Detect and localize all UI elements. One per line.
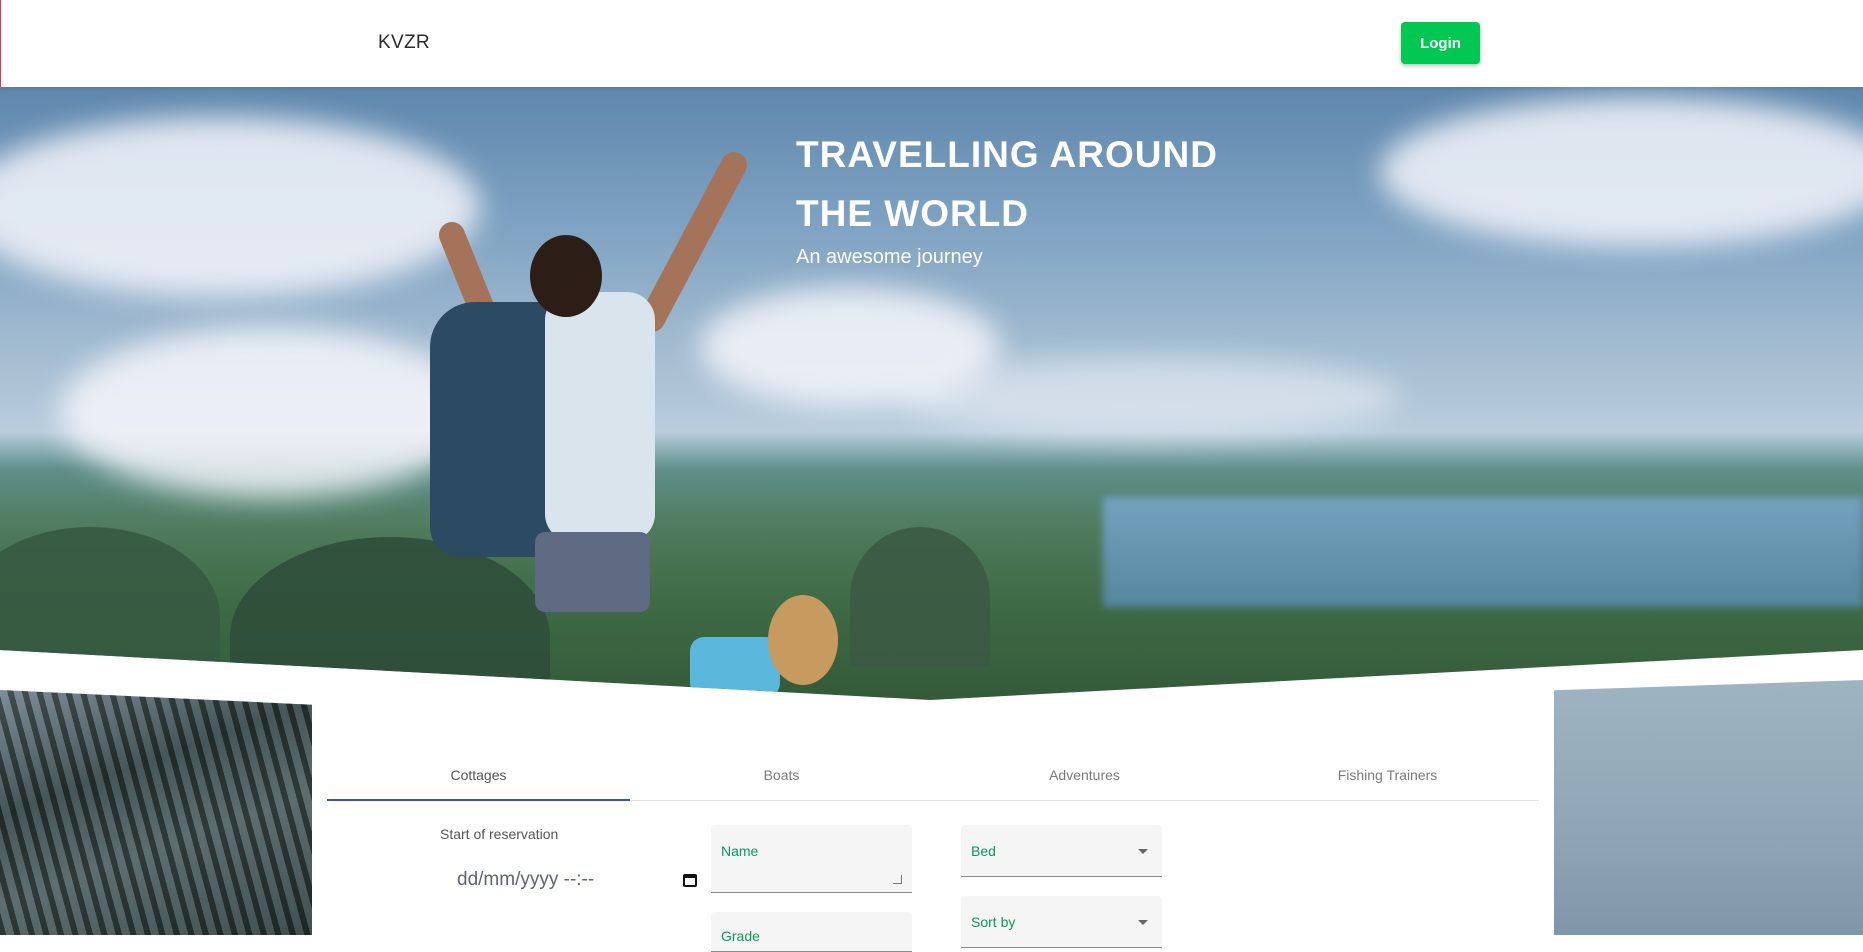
chevron-down-icon xyxy=(1138,849,1148,854)
grade-field[interactable]: Grade xyxy=(711,912,912,952)
hero-image-mountain xyxy=(230,537,550,700)
sort-by-label: Sort by xyxy=(971,914,1016,930)
side-image-sky xyxy=(1554,680,1863,935)
hero-image-mountain xyxy=(0,527,220,700)
chevron-down-icon xyxy=(1138,920,1148,925)
resize-handle-icon[interactable] xyxy=(893,875,902,884)
bed-select-label: Bed xyxy=(971,843,996,859)
date-input-placeholder: dd/mm/yyyy --:-- xyxy=(457,869,595,890)
category-tabs: Cottages Boats Adventures Fishing Traine… xyxy=(327,757,1539,801)
hero-image-cloud xyxy=(0,117,480,297)
hero-image-hiker-head xyxy=(530,235,602,317)
hero-title: TRAVELLING AROUND THE WORLD xyxy=(796,125,1316,243)
hero-subtitle: An awesome journey xyxy=(796,246,983,268)
tab-cottages[interactable]: Cottages xyxy=(327,757,630,801)
calendar-icon[interactable] xyxy=(683,873,697,887)
hero-image-backpack xyxy=(690,637,780,697)
name-field-label: Name xyxy=(721,843,759,859)
tab-fishing-trainers[interactable]: Fishing Trainers xyxy=(1236,757,1539,800)
tab-adventures[interactable]: Adventures xyxy=(933,757,1236,800)
hero-image-cloud xyxy=(60,327,480,497)
hero-image-hiker-shorts xyxy=(535,532,650,612)
name-field[interactable]: Name xyxy=(711,825,912,893)
start-reservation-input[interactable]: dd/mm/yyyy --:-- xyxy=(457,866,697,894)
hero-image-sea xyxy=(1103,497,1863,607)
start-reservation-label: Start of reservation xyxy=(440,826,559,842)
side-image-forest xyxy=(0,690,312,935)
hero-image-mountain xyxy=(850,527,990,667)
bed-select[interactable]: Bed xyxy=(961,825,1162,877)
hero-image-cloud xyxy=(1380,97,1863,247)
sort-by-select[interactable]: Sort by xyxy=(961,896,1162,948)
brand-logo[interactable]: KVZR xyxy=(378,32,430,54)
hero-image-hiker xyxy=(545,292,655,542)
hero-title-line: TRAVELLING AROUND xyxy=(796,134,1218,175)
hero-title-line: THE WORLD xyxy=(796,193,1030,234)
login-button[interactable]: Login xyxy=(1401,22,1480,64)
navbar: KVZR Login xyxy=(0,0,1863,87)
grade-field-label: Grade xyxy=(721,928,760,944)
hero-image-companion xyxy=(768,595,838,685)
hero-image-cloud xyxy=(900,357,1400,437)
tab-boats[interactable]: Boats xyxy=(630,757,933,800)
